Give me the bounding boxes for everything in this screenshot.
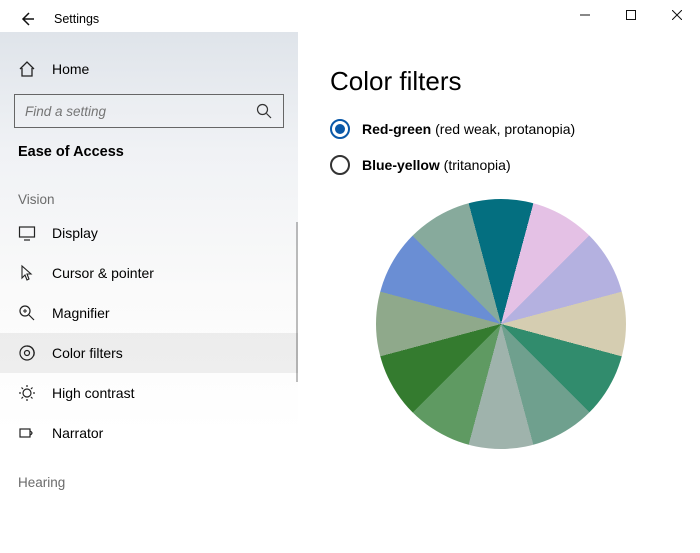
main-content: Color filters Red-green (red weak, prota… [298, 32, 700, 553]
search-icon [255, 102, 273, 120]
narrator-icon [18, 424, 36, 442]
window-controls [562, 0, 700, 30]
high-contrast-icon [18, 384, 36, 402]
group-vision: Vision [0, 170, 298, 213]
home-nav[interactable]: Home [0, 52, 298, 88]
sidebar-item-magnifier[interactable]: Magnifier [0, 293, 298, 333]
nav-label: Display [52, 225, 98, 241]
display-icon [18, 224, 36, 242]
minimize-button[interactable] [562, 0, 608, 30]
group-hearing: Hearing [0, 453, 298, 496]
nav-label: Narrator [52, 425, 103, 441]
home-icon [18, 60, 36, 78]
radio-label: Blue-yellow (tritanopia) [362, 157, 511, 173]
radio-icon [330, 119, 350, 139]
settings-window: Settings Home [0, 0, 700, 553]
nav-label: Magnifier [52, 305, 110, 321]
window-title: Settings [54, 12, 99, 26]
page-title: Color filters [330, 66, 672, 97]
color-wheel-preview [376, 199, 626, 449]
nav-label: Color filters [52, 345, 123, 361]
sidebar-item-narrator[interactable]: Narrator [0, 413, 298, 453]
close-button[interactable] [654, 0, 700, 30]
titlebar: Settings [0, 0, 700, 32]
cursor-icon [18, 264, 36, 282]
category-header: Ease of Access [0, 142, 298, 170]
radio-red-green[interactable]: Red-green (red weak, protanopia) [330, 119, 672, 139]
home-label: Home [52, 61, 89, 77]
sidebar-item-high-contrast[interactable]: High contrast [0, 373, 298, 413]
color-filters-icon [18, 344, 36, 362]
sidebar: Home Ease of Access Vision Display [0, 32, 298, 553]
search-input[interactable] [14, 94, 284, 128]
nav-label: High contrast [52, 385, 134, 401]
radio-label: Red-green (red weak, protanopia) [362, 121, 575, 137]
radio-icon [330, 155, 350, 175]
search-field[interactable] [25, 104, 248, 119]
back-icon[interactable] [18, 10, 36, 28]
sidebar-item-color-filters[interactable]: Color filters [0, 333, 298, 373]
sidebar-item-cursor[interactable]: Cursor & pointer [0, 253, 298, 293]
nav-label: Cursor & pointer [52, 265, 154, 281]
radio-blue-yellow[interactable]: Blue-yellow (tritanopia) [330, 155, 672, 175]
sidebar-item-display[interactable]: Display [0, 213, 298, 253]
scrollbar[interactable] [296, 222, 298, 382]
magnifier-icon [18, 304, 36, 322]
maximize-button[interactable] [608, 0, 654, 30]
